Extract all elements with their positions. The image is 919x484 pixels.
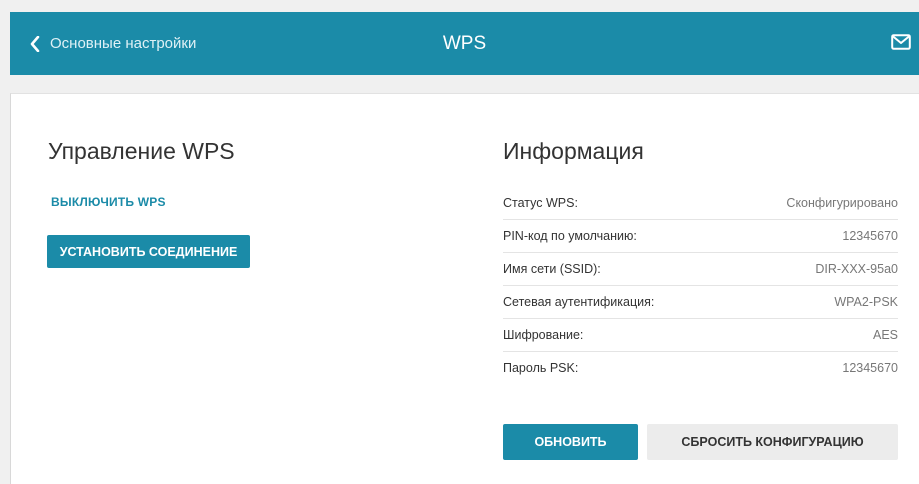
info-table: Статус WPS: Сконфигурировано PIN-код по … bbox=[503, 187, 898, 384]
disable-wps-link[interactable]: ВЫКЛЮЧИТЬ WPS bbox=[51, 195, 166, 209]
refresh-button[interactable]: ОБНОВИТЬ bbox=[503, 424, 638, 460]
establish-connection-button[interactable]: УСТАНОВИТЬ СОЕДИНЕНИЕ bbox=[47, 235, 250, 268]
info-row-encryption: Шифрование: AES bbox=[503, 319, 898, 352]
info-value: WPA2-PSK bbox=[834, 295, 898, 309]
info-label: PIN-код по умолчанию: bbox=[503, 229, 637, 243]
info-value: AES bbox=[872, 328, 898, 342]
info-row-wps-status: Статус WPS: Сконфигурировано bbox=[503, 187, 898, 220]
top-bar: Основные настройки WPS bbox=[10, 12, 919, 75]
info-value: 12345670 bbox=[842, 361, 898, 375]
info-label: Шифрование: bbox=[503, 328, 584, 342]
info-row-psk-password: Пароль PSK: 12345670 bbox=[503, 352, 898, 384]
info-value: Сконфигурировано bbox=[786, 196, 898, 210]
reset-configuration-button[interactable]: СБРОСИТЬ КОНФИГУРАЦИЮ bbox=[647, 424, 898, 460]
info-row-default-pin: PIN-код по умолчанию: 12345670 bbox=[503, 220, 898, 253]
info-title: Информация bbox=[503, 138, 644, 164]
info-value: 12345670 bbox=[842, 229, 898, 243]
info-label: Имя сети (SSID): bbox=[503, 262, 601, 276]
info-label: Сетевая аутентификация: bbox=[503, 295, 655, 309]
info-label: Статус WPS: bbox=[503, 196, 578, 210]
info-label: Пароль PSK: bbox=[503, 361, 579, 375]
info-row-ssid: Имя сети (SSID): DIR-XXX-95a0 bbox=[503, 253, 898, 286]
envelope-icon[interactable] bbox=[891, 34, 911, 55]
info-value: DIR-XXX-95a0 bbox=[815, 262, 898, 276]
page-title: WPS bbox=[442, 33, 487, 54]
content-panel: Управление WPS ВЫКЛЮЧИТЬ WPS УСТАНОВИТЬ … bbox=[10, 93, 919, 484]
info-row-authentication: Сетевая аутентификация: WPA2-PSK bbox=[503, 286, 898, 319]
wps-control-title: Управление WPS bbox=[48, 138, 235, 164]
